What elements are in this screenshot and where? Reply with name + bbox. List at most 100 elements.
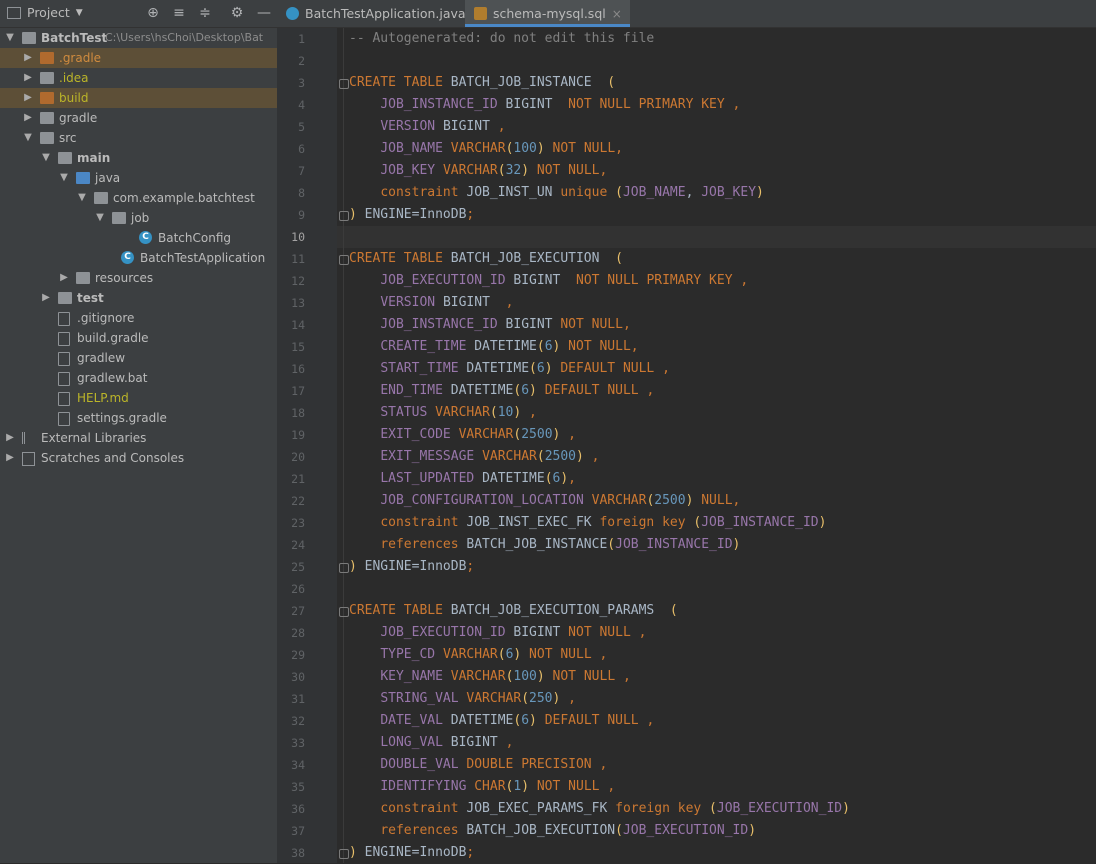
chevron-right-icon[interactable]: ▶ bbox=[4, 448, 16, 468]
code-line[interactable]: ) ENGINE=InnoDB; bbox=[349, 204, 474, 226]
code-line[interactable]: CREATE TABLE BATCH_JOB_EXECUTION ( bbox=[349, 248, 623, 270]
fold-marker-icon[interactable] bbox=[339, 79, 349, 89]
tab-batchtestapplication[interactable]: BatchTestApplication.java× bbox=[277, 0, 490, 27]
tree-item[interactable]: ▼ com.example.batchtest bbox=[0, 188, 277, 208]
code-line[interactable]: KEY_NAME VARCHAR(100) NOT NULL , bbox=[349, 666, 631, 688]
code-line[interactable]: CREATE TABLE BATCH_JOB_INSTANCE ( bbox=[349, 72, 615, 94]
expand-all-icon[interactable]: ≡ bbox=[170, 4, 188, 22]
chevron-down-icon[interactable]: ▼ bbox=[22, 128, 34, 148]
line-number: 20 bbox=[291, 450, 305, 464]
tree-item[interactable]: settings.gradle bbox=[0, 408, 277, 428]
code-line[interactable]: constraint JOB_INST_EXEC_FK foreign key … bbox=[349, 512, 826, 534]
chevron-right-icon[interactable]: ▶ bbox=[40, 288, 52, 308]
tree-item[interactable]: ▼ java bbox=[0, 168, 277, 188]
tree-item[interactable]: ▶ .idea bbox=[0, 68, 277, 88]
code-line[interactable]: VERSION BIGINT , bbox=[349, 292, 513, 314]
tree-item[interactable]: ▼ src bbox=[0, 128, 277, 148]
code-line[interactable]: constraint JOB_INST_UN unique (JOB_NAME,… bbox=[349, 182, 764, 204]
tree-item[interactable]: ▶ resources bbox=[0, 268, 277, 288]
code-token: BIGINT bbox=[450, 735, 506, 750]
code-line[interactable]: CREATE TABLE BATCH_JOB_EXECUTION_PARAMS … bbox=[349, 600, 678, 622]
code-line[interactable]: STRING_VAL VARCHAR(250) , bbox=[349, 688, 576, 710]
chevron-right-icon[interactable]: ▶ bbox=[22, 88, 34, 108]
tree-item[interactable]: ▼ main bbox=[0, 148, 277, 168]
code-line[interactable]: ) ENGINE=InnoDB; bbox=[349, 842, 474, 864]
code-line[interactable]: IDENTIFYING CHAR(1) NOT NULL , bbox=[349, 776, 615, 798]
code-line[interactable]: START_TIME DATETIME(6) DEFAULT NULL , bbox=[349, 358, 670, 380]
fold-marker-icon[interactable] bbox=[339, 607, 349, 617]
code-line[interactable]: JOB_INSTANCE_ID BIGINT NOT NULL, bbox=[349, 314, 630, 336]
code-line[interactable]: JOB_EXECUTION_ID BIGINT NOT NULL PRIMARY… bbox=[349, 270, 748, 292]
tree-root[interactable]: ▼ BatchTest C:\Users\hsChoi\Desktop\Bat bbox=[0, 28, 277, 48]
code-token: VARCHAR bbox=[482, 449, 537, 464]
tree-item[interactable]: C BatchConfig bbox=[0, 228, 277, 248]
code-line[interactable]: JOB_CONFIGURATION_LOCATION VARCHAR(2500)… bbox=[349, 490, 740, 512]
chevron-right-icon[interactable]: ▶ bbox=[4, 428, 16, 448]
code-token: VARCHAR bbox=[450, 141, 506, 156]
minimize-icon[interactable]: — bbox=[255, 4, 273, 22]
code-token: constraint bbox=[380, 185, 467, 200]
code-line[interactable]: JOB_NAME VARCHAR(100) NOT NULL, bbox=[349, 138, 623, 160]
code-line[interactable]: JOB_KEY VARCHAR(32) NOT NULL, bbox=[349, 160, 607, 182]
code-line[interactable]: LONG_VAL BIGINT , bbox=[349, 732, 513, 754]
code-line[interactable]: ) ENGINE=InnoDB; bbox=[349, 556, 474, 578]
chevron-down-icon[interactable]: ▼ bbox=[4, 28, 16, 48]
chevron-right-icon[interactable]: ▶ bbox=[58, 268, 70, 288]
tree-item[interactable]: HELP.md bbox=[0, 388, 277, 408]
tree-item[interactable]: ▶ test bbox=[0, 288, 277, 308]
chevron-down-icon[interactable]: ▼ bbox=[40, 148, 52, 168]
line-number: 36 bbox=[291, 802, 305, 816]
fold-marker-icon[interactable] bbox=[339, 211, 349, 221]
chevron-right-icon[interactable]: ▶ bbox=[22, 48, 34, 68]
tree-item[interactable]: ▼ job bbox=[0, 208, 277, 228]
collapse-all-icon[interactable]: ≑ bbox=[196, 4, 214, 22]
tree-item[interactable]: ▶ External Libraries bbox=[0, 428, 277, 448]
tree-item[interactable]: gradlew.bat bbox=[0, 368, 277, 388]
project-view-selector[interactable]: Project ▼ bbox=[7, 5, 83, 20]
code-line[interactable]: END_TIME DATETIME(6) DEFAULT NULL , bbox=[349, 380, 654, 402]
code-line[interactable]: TYPE_CD VARCHAR(6) NOT NULL , bbox=[349, 644, 607, 666]
tree-item[interactable]: ▶ gradle bbox=[0, 108, 277, 128]
project-icon bbox=[7, 6, 21, 19]
code-token: ) bbox=[349, 845, 357, 860]
chevron-down-icon[interactable]: ▼ bbox=[58, 168, 70, 188]
code-line[interactable]: EXIT_MESSAGE VARCHAR(2500) , bbox=[349, 446, 599, 468]
code-line[interactable]: CREATE_TIME DATETIME(6) NOT NULL, bbox=[349, 336, 638, 358]
code-line[interactable]: DATE_VAL DATETIME(6) DEFAULT NULL , bbox=[349, 710, 654, 732]
tab-schema-mysql[interactable]: schema-mysql.sql × bbox=[465, 0, 630, 27]
code-line[interactable]: references BATCH_JOB_EXECUTION(JOB_EXECU… bbox=[349, 820, 756, 842]
chevron-down-icon[interactable]: ▼ bbox=[76, 188, 88, 208]
code-line[interactable]: EXIT_CODE VARCHAR(2500) , bbox=[349, 424, 576, 446]
tree-item[interactable]: ▶ .gradle bbox=[0, 48, 277, 68]
code-line[interactable]: JOB_INSTANCE_ID BIGINT NOT NULL PRIMARY … bbox=[349, 94, 740, 116]
tree-item[interactable]: gradlew bbox=[0, 348, 277, 368]
code-line[interactable]: VERSION BIGINT , bbox=[349, 116, 505, 138]
code-token: ( bbox=[615, 823, 623, 838]
locate-icon[interactable]: ⊕ bbox=[144, 4, 162, 22]
fold-marker-icon[interactable] bbox=[339, 563, 349, 573]
tree-item[interactable]: build.gradle bbox=[0, 328, 277, 348]
chevron-down-icon[interactable]: ▼ bbox=[94, 208, 106, 228]
code-token: 100 bbox=[513, 669, 537, 684]
tree-item[interactable]: .gitignore bbox=[0, 308, 277, 328]
tree-item[interactable]: ▶ build bbox=[0, 88, 277, 108]
code-line[interactable]: references BATCH_JOB_INSTANCE(JOB_INSTAN… bbox=[349, 534, 740, 556]
code-line[interactable]: DOUBLE_VAL DOUBLE PRECISION , bbox=[349, 754, 607, 776]
code-line[interactable]: -- Autogenerated: do not edit this file bbox=[349, 28, 654, 50]
chevron-right-icon[interactable]: ▶ bbox=[22, 108, 34, 128]
code-line[interactable]: LAST_UPDATED DATETIME(6), bbox=[349, 468, 576, 490]
folder-icon bbox=[112, 212, 126, 224]
code-line[interactable]: JOB_EXECUTION_ID BIGINT NOT NULL , bbox=[349, 622, 646, 644]
fold-marker-icon[interactable] bbox=[339, 255, 349, 265]
tree-item[interactable]: ▶ Scratches and Consoles bbox=[0, 448, 277, 468]
tree-item[interactable]: C BatchTestApplication bbox=[0, 248, 277, 268]
code-line[interactable]: constraint JOB_EXEC_PARAMS_FK foreign ke… bbox=[349, 798, 850, 820]
chevron-right-icon[interactable]: ▶ bbox=[22, 68, 34, 88]
gear-icon[interactable]: ⚙ bbox=[228, 4, 246, 22]
close-icon[interactable]: × bbox=[612, 7, 622, 21]
code-line[interactable]: STATUS VARCHAR(10) , bbox=[349, 402, 537, 424]
fold-marker-icon[interactable] bbox=[339, 849, 349, 859]
